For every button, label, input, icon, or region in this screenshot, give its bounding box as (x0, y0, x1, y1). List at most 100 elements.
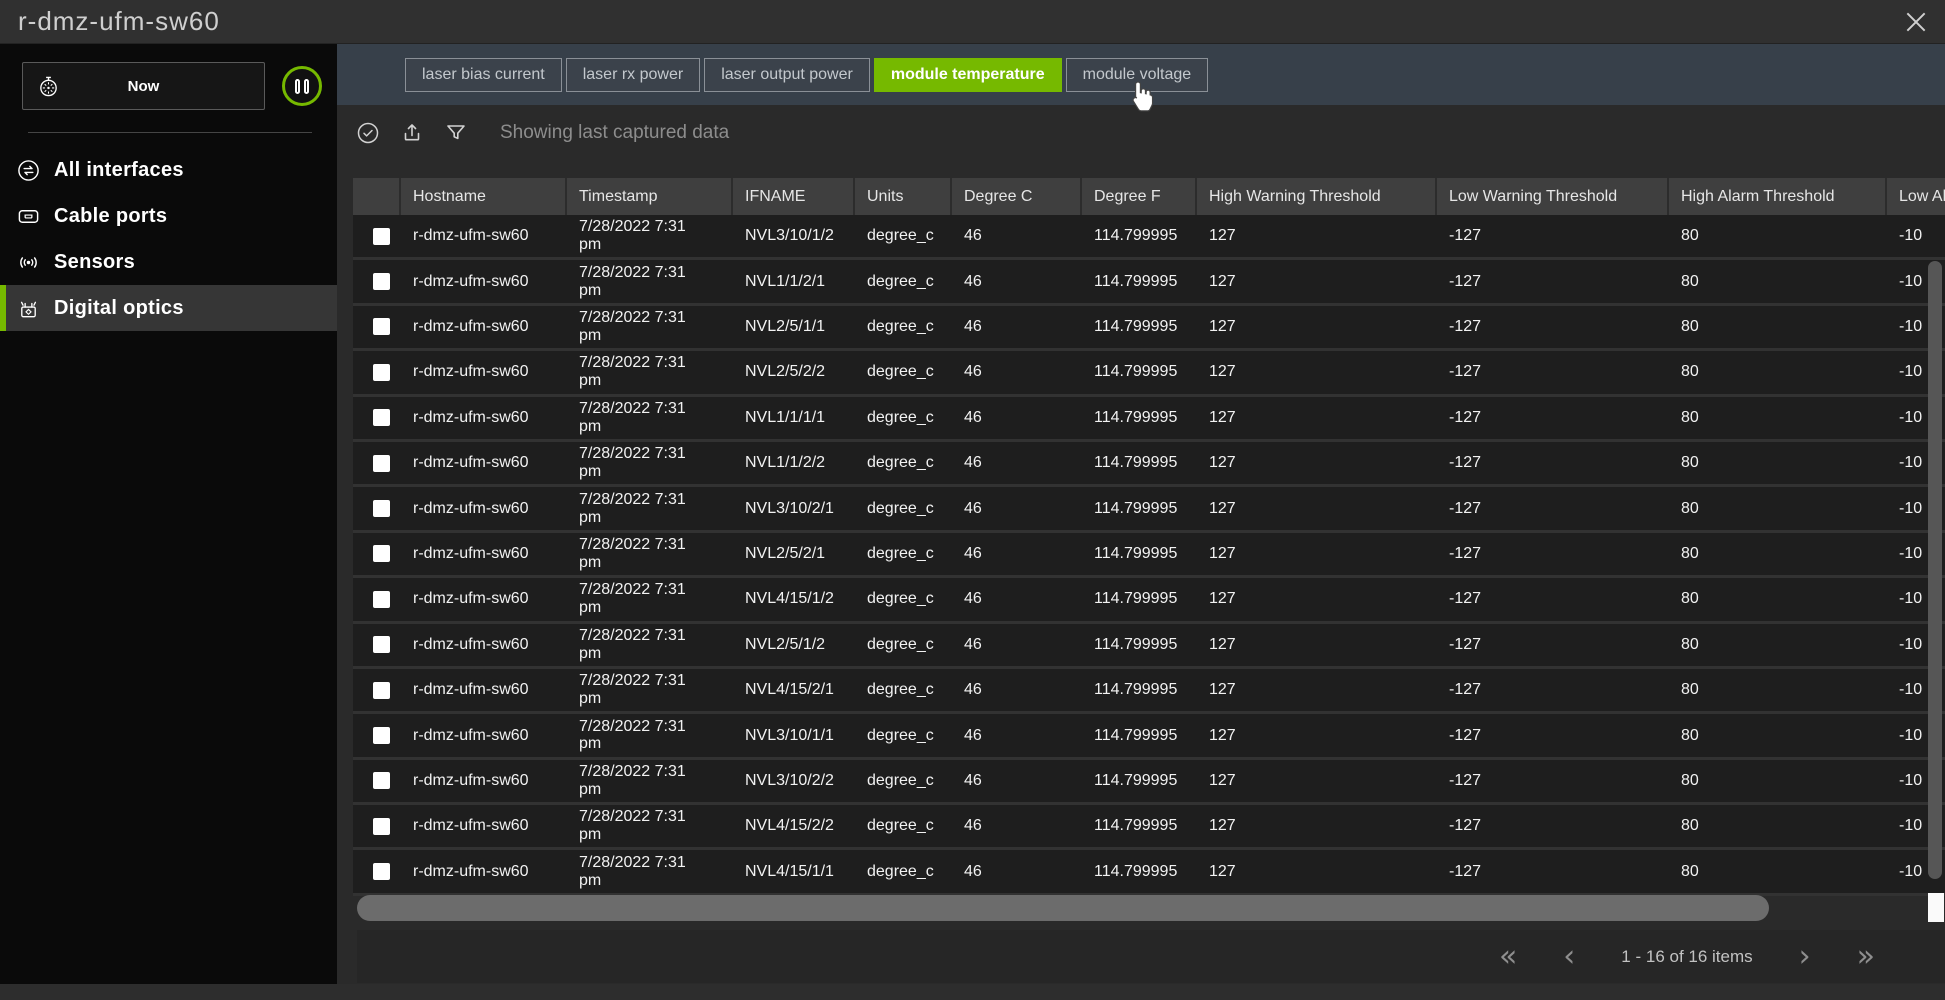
cell-units: degree_c (855, 442, 952, 484)
row-checkbox[interactable] (373, 772, 390, 789)
table-row[interactable]: r-dmz-ufm-sw60 7/28/2022 7:31 pm NVL4/15… (353, 850, 1945, 895)
table-row[interactable]: r-dmz-ufm-sw60 7/28/2022 7:31 pm NVL3/10… (353, 760, 1945, 805)
table-row[interactable]: r-dmz-ufm-sw60 7/28/2022 7:31 pm NVL4/15… (353, 578, 1945, 623)
sidebar: Now All interfaces (0, 44, 337, 984)
cell-low-warning-threshold: -127 (1437, 442, 1669, 484)
header-degree-f[interactable]: Degree F (1082, 178, 1197, 215)
table-row[interactable]: r-dmz-ufm-sw60 7/28/2022 7:31 pm NVL2/5/… (353, 351, 1945, 396)
cell-ifname: NVL1/1/2/1 (733, 260, 855, 302)
vertical-scrollbar[interactable] (1928, 217, 1942, 940)
cell-hostname: r-dmz-ufm-sw60 (401, 397, 567, 439)
table-row[interactable]: r-dmz-ufm-sw60 7/28/2022 7:31 pm NVL1/1/… (353, 397, 1945, 442)
row-checkbox[interactable] (373, 682, 390, 699)
tab-laser-bias-current[interactable]: laser bias current (405, 58, 562, 92)
cell-degree-c: 46 (952, 850, 1082, 892)
cell-ifname: NVL1/1/2/2 (733, 442, 855, 484)
cell-degree-c: 46 (952, 397, 1082, 439)
tab-module-voltage[interactable]: module voltage (1066, 58, 1209, 92)
cell-high-warning-threshold: 127 (1197, 487, 1437, 529)
row-checkbox-cell (353, 260, 401, 302)
table-row[interactable]: r-dmz-ufm-sw60 7/28/2022 7:31 pm NVL3/10… (353, 215, 1945, 260)
row-checkbox[interactable] (373, 863, 390, 880)
status-text: Showing last captured data (500, 122, 729, 144)
table-row[interactable]: r-dmz-ufm-sw60 7/28/2022 7:31 pm NVL2/5/… (353, 306, 1945, 351)
table-row[interactable]: r-dmz-ufm-sw60 7/28/2022 7:31 pm NVL1/1/… (353, 260, 1945, 305)
table-row[interactable]: r-dmz-ufm-sw60 7/28/2022 7:31 pm NVL4/15… (353, 805, 1945, 850)
export-button[interactable] (400, 121, 424, 145)
time-controls: Now (22, 62, 337, 110)
now-button[interactable]: Now (22, 62, 265, 110)
header-high-warning-threshold[interactable]: High Warning Threshold (1197, 178, 1437, 215)
header-ifname[interactable]: IFNAME (733, 178, 855, 215)
table-row[interactable]: r-dmz-ufm-sw60 7/28/2022 7:31 pm NVL2/5/… (353, 624, 1945, 669)
sidebar-item-cable-ports[interactable]: Cable ports (0, 193, 337, 239)
cell-timestamp: 7/28/2022 7:31 pm (567, 306, 733, 348)
header-high-alarm-threshold[interactable]: High Alarm Threshold (1669, 178, 1887, 215)
header-low-alarm-threshold[interactable]: Low Alarm Threshold (1887, 178, 1945, 215)
cell-hostname: r-dmz-ufm-sw60 (401, 215, 567, 257)
metric-tabbar: laser bias current laser rx power laser … (337, 44, 1945, 105)
filter-button[interactable] (444, 121, 468, 145)
row-checkbox[interactable] (373, 364, 390, 381)
cell-units: degree_c (855, 714, 952, 756)
prev-page-button[interactable]: ‹ (1563, 942, 1575, 972)
bottom-strip (0, 984, 1945, 1000)
row-checkbox[interactable] (373, 273, 390, 290)
last-page-button[interactable]: » (1857, 942, 1875, 972)
table-row[interactable]: r-dmz-ufm-sw60 7/28/2022 7:31 pm NVL3/10… (353, 487, 1945, 532)
sidebar-item-all-interfaces[interactable]: All interfaces (0, 147, 337, 193)
row-checkbox[interactable] (373, 591, 390, 608)
tab-laser-output-power[interactable]: laser output power (704, 58, 870, 92)
select-all-button[interactable] (356, 121, 380, 145)
pause-button[interactable] (282, 66, 322, 106)
cell-hostname: r-dmz-ufm-sw60 (401, 760, 567, 802)
table-row[interactable]: r-dmz-ufm-sw60 7/28/2022 7:31 pm NVL3/10… (353, 714, 1945, 759)
cell-timestamp: 7/28/2022 7:31 pm (567, 850, 733, 892)
row-checkbox[interactable] (373, 727, 390, 744)
row-checkbox[interactable] (373, 409, 390, 426)
row-checkbox[interactable] (373, 228, 390, 245)
cell-degree-c: 46 (952, 442, 1082, 484)
row-checkbox[interactable] (373, 636, 390, 653)
header-hostname[interactable]: Hostname (401, 178, 567, 215)
horizontal-scrollbar-thumb[interactable] (357, 895, 1769, 921)
cell-hostname: r-dmz-ufm-sw60 (401, 533, 567, 575)
cell-high-alarm-threshold: 80 (1669, 397, 1887, 439)
cell-timestamp: 7/28/2022 7:31 pm (567, 760, 733, 802)
cell-hostname: r-dmz-ufm-sw60 (401, 669, 567, 711)
row-checkbox[interactable] (373, 455, 390, 472)
row-checkbox[interactable] (373, 500, 390, 517)
vertical-scrollbar-thumb[interactable] (1928, 261, 1942, 879)
header-units[interactable]: Units (855, 178, 952, 215)
sidebar-item-sensors[interactable]: Sensors (0, 239, 337, 285)
cell-hostname: r-dmz-ufm-sw60 (401, 850, 567, 892)
header-low-warning-threshold[interactable]: Low Warning Threshold (1437, 178, 1669, 215)
cell-degree-f: 114.799995 (1082, 215, 1197, 257)
table-row[interactable]: r-dmz-ufm-sw60 7/28/2022 7:31 pm NVL2/5/… (353, 533, 1945, 578)
header-checkbox (353, 178, 401, 215)
header-timestamp[interactable]: Timestamp (567, 178, 733, 215)
table-row[interactable]: r-dmz-ufm-sw60 7/28/2022 7:31 pm NVL4/15… (353, 669, 1945, 714)
row-checkbox[interactable] (373, 818, 390, 835)
close-button[interactable] (1901, 7, 1931, 37)
row-checkbox[interactable] (373, 318, 390, 335)
cell-high-alarm-threshold: 80 (1669, 533, 1887, 575)
table-header-row: Hostname Timestamp IFNAME Units Degree C… (353, 178, 1945, 215)
horizontal-scrollbar[interactable] (353, 895, 1945, 921)
sidebar-item-digital-optics[interactable]: Digital optics (0, 285, 337, 331)
sidebar-item-label: All interfaces (54, 159, 184, 182)
cell-units: degree_c (855, 397, 952, 439)
first-page-button[interactable]: « (1499, 942, 1517, 972)
row-checkbox-cell (353, 669, 401, 711)
header-degree-c[interactable]: Degree C (952, 178, 1082, 215)
tab-laser-rx-power[interactable]: laser rx power (566, 58, 700, 92)
cell-degree-c: 46 (952, 487, 1082, 529)
cell-degree-c: 46 (952, 215, 1082, 257)
next-page-button[interactable]: › (1799, 942, 1811, 972)
tab-module-temperature[interactable]: module temperature (874, 58, 1062, 92)
table-row[interactable]: r-dmz-ufm-sw60 7/28/2022 7:31 pm NVL1/1/… (353, 442, 1945, 487)
cell-low-warning-threshold: -127 (1437, 760, 1669, 802)
row-checkbox[interactable] (373, 545, 390, 562)
cell-units: degree_c (855, 306, 952, 348)
pause-icon (295, 79, 300, 94)
